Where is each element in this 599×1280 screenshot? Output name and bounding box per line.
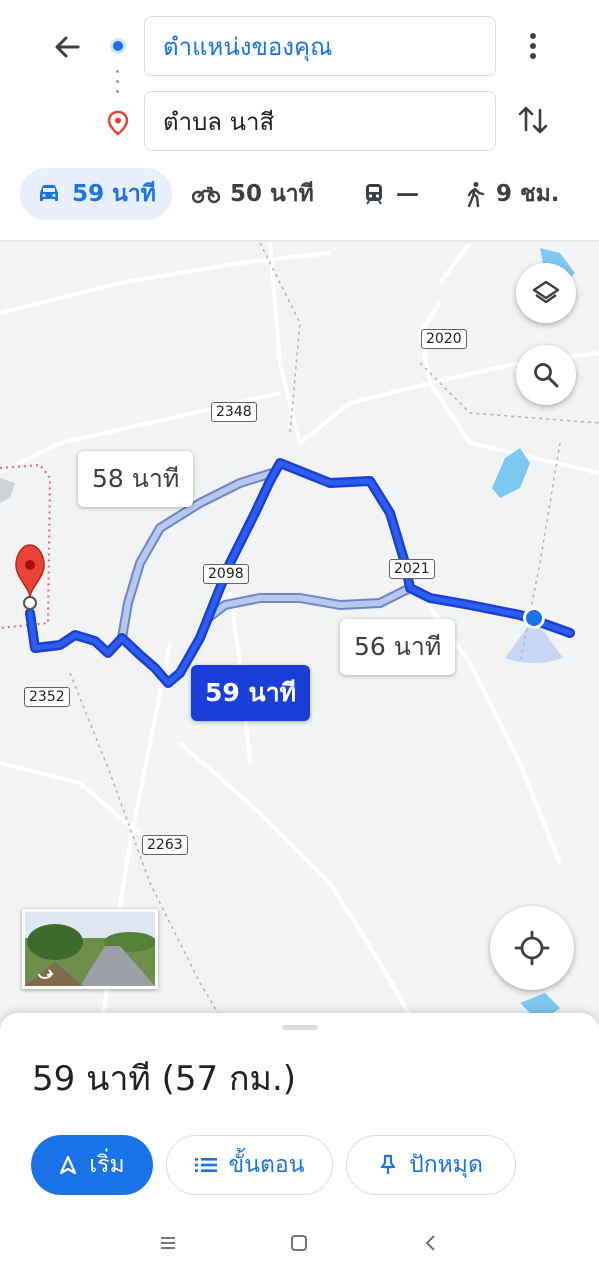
crosshair-icon (514, 930, 550, 966)
street-view-thumbnail[interactable] (22, 909, 158, 989)
steps-button[interactable]: ขั้นตอน (166, 1135, 333, 1195)
primary-route-time-label[interactable]: 59 นาที (191, 665, 311, 721)
origin-text: ตำแหน่งของคุณ (163, 32, 333, 61)
menu-lines-icon (161, 1237, 175, 1249)
my-location-button[interactable] (490, 906, 574, 990)
destination-marker-icon[interactable] (15, 544, 45, 599)
navigation-arrow-icon (60, 1155, 77, 1175)
swap-vert-icon (518, 106, 548, 134)
more-options-button[interactable] (520, 28, 546, 64)
pin-icon (380, 1154, 396, 1174)
pin-label: ปักหมุด (409, 1152, 483, 1178)
origin-input[interactable]: ตำแหน่งของคุณ (144, 16, 496, 76)
walk-icon (467, 182, 485, 207)
more-vert-icon (530, 33, 536, 59)
system-nav-bar (0, 1213, 599, 1273)
road-shield: 2352 (24, 687, 70, 707)
home-square-icon (291, 1235, 307, 1251)
swap-button[interactable] (515, 100, 551, 140)
chevron-left-icon (425, 1235, 435, 1251)
destination-text: ตำบล นาสี (163, 107, 275, 136)
car-time: 59 นาที (72, 181, 156, 207)
destination-marker-base (23, 596, 37, 610)
motorcycle-icon (192, 186, 220, 204)
destination-input[interactable]: ตำบล นาสี (144, 91, 496, 151)
motorcycle-time: 50 นาที (230, 181, 314, 207)
search-map-button[interactable] (516, 345, 576, 405)
alt-route-time-label[interactable]: 56 นาที (340, 619, 456, 675)
layers-icon (532, 280, 560, 304)
recent-apps-button[interactable] (156, 1231, 180, 1255)
destination-pin-icon (107, 110, 129, 136)
map-feature (0, 478, 15, 503)
system-back-button[interactable] (419, 1231, 443, 1255)
header-divider (0, 240, 599, 244)
sheet-drag-handle[interactable] (282, 1025, 318, 1030)
back-arrow-icon (55, 36, 80, 58)
origin-dot-icon (110, 38, 126, 54)
road-shield: 2098 (203, 564, 249, 584)
travel-modes: 59 นาที 50 นาที — 9 ชม. (0, 168, 599, 220)
pin-button[interactable]: ปักหมุด (346, 1135, 516, 1195)
start-navigation-button[interactable]: เริ่ม (31, 1135, 153, 1195)
mode-tab-motorcycle[interactable]: 50 นาที (192, 168, 314, 220)
home-button[interactable] (287, 1231, 311, 1255)
alt-route-time-label[interactable]: 58 นาที (78, 451, 194, 507)
walk-time: 9 ชม. (496, 181, 560, 207)
mode-tab-car[interactable]: 59 นาที (20, 168, 172, 220)
directions-header: ตำแหน่งของคุณ ตำบล นาสี 59 นาที 50 นาที … (0, 0, 599, 244)
transit-time: — (396, 181, 419, 207)
car-icon (40, 185, 59, 201)
back-button[interactable] (48, 30, 88, 64)
mode-tab-walk[interactable]: 9 ชม. (464, 168, 560, 220)
route-summary: 59 นาที (57 กม.) (32, 1059, 297, 1099)
map-view[interactable]: 2020 2348 2098 2021 2352 2263 58 นาที 59… (0, 243, 599, 1033)
mode-tab-transit[interactable]: — (362, 168, 419, 220)
start-label: เริ่ม (89, 1152, 125, 1178)
route-connector-icon (116, 70, 120, 98)
train-icon (366, 184, 382, 205)
road-shield: 2263 (142, 835, 188, 855)
layers-button[interactable] (516, 263, 576, 323)
search-icon (534, 363, 559, 388)
street-view-image (25, 912, 155, 986)
steps-label: ขั้นตอน (228, 1152, 305, 1178)
road-shield: 2348 (211, 402, 257, 422)
road-shield: 2021 (389, 559, 435, 579)
road-shield: 2020 (421, 329, 467, 349)
route-bottom-sheet[interactable]: 59 นาที (57 กม.) เริ่ม ขั้นตอน ปักหมุด (0, 1013, 599, 1280)
current-location-dot (526, 610, 542, 626)
list-icon (194, 1158, 217, 1172)
destination-marker-dot (25, 560, 35, 570)
